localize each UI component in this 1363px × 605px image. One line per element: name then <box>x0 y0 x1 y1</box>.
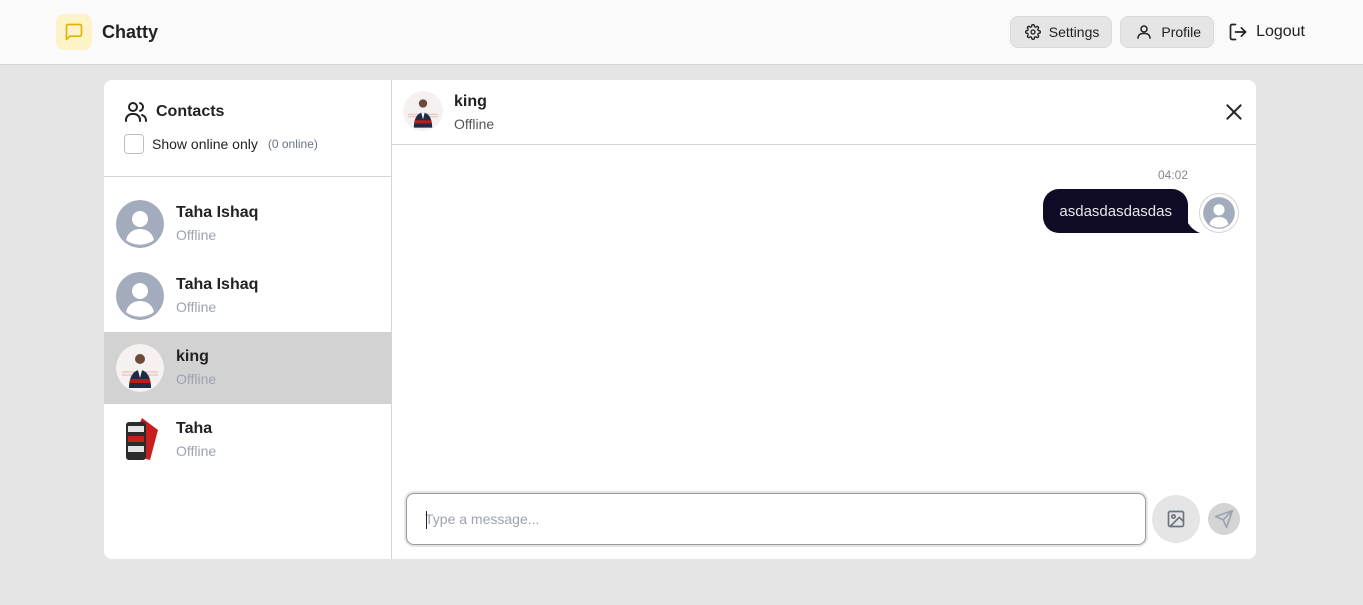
default-avatar <box>116 272 164 320</box>
send-icon <box>1214 509 1234 529</box>
logout-button[interactable]: Logout <box>1222 16 1305 48</box>
show-online-checkbox[interactable] <box>124 134 144 154</box>
contacts-heading: Contacts <box>124 100 391 124</box>
contact-status: Offline <box>176 227 217 243</box>
brand-link[interactable]: Chatty <box>56 14 158 50</box>
close-icon <box>1226 104 1242 120</box>
message-input[interactable] <box>407 494 1145 544</box>
app-name: Chatty <box>102 21 159 42</box>
contacts-title: Contacts <box>156 103 225 120</box>
contact-name: Taha Ishaq <box>176 204 259 221</box>
top-navbar: Chatty Settings Profile Logout <box>0 0 1363 65</box>
attach-image-button[interactable] <box>1152 495 1200 543</box>
contact-name: Taha <box>176 420 213 437</box>
contact-status: Offline <box>176 371 217 387</box>
photo-avatar <box>116 344 164 392</box>
contact-item[interactable]: Taha Offline <box>104 404 391 476</box>
message-text: asdasdasdasdas <box>1059 202 1172 220</box>
profile-button[interactable]: Profile <box>1120 16 1215 48</box>
logout-icon <box>1229 23 1247 41</box>
contact-item-selected[interactable]: king Offline <box>104 332 391 404</box>
photo-avatar <box>116 416 164 464</box>
contact-item[interactable]: Taha Ishaq Offline <box>104 260 391 332</box>
send-button[interactable] <box>1208 503 1240 535</box>
chat-container: Contacts Show online only (0 online) Tah… <box>104 80 1256 559</box>
chat-header: king Offline <box>392 80 1256 145</box>
gear-icon <box>1024 24 1041 40</box>
message-square-icon <box>56 14 92 50</box>
bubble-tail <box>1186 219 1200 233</box>
chat-partner-avatar <box>403 91 443 131</box>
close-chat-button[interactable] <box>1224 102 1244 122</box>
contact-status: Offline <box>176 443 217 459</box>
sidebar-header: Contacts Show online only (0 online) <box>104 80 391 177</box>
profile-label: Profile <box>1161 24 1202 40</box>
show-online-label[interactable]: Show online only <box>152 136 258 152</box>
contact-name: Taha Ishaq <box>176 276 259 293</box>
users-icon <box>125 102 147 122</box>
settings-label: Settings <box>1048 24 1100 40</box>
settings-button[interactable]: Settings <box>1009 16 1113 48</box>
contacts-sidebar: Contacts Show online only (0 online) Tah… <box>104 80 392 559</box>
message-timestamp: 04:02 <box>1157 168 1188 182</box>
text-caret <box>426 511 427 529</box>
online-count: (0 online) <box>267 137 318 151</box>
chat-partner-status: Offline <box>454 116 495 132</box>
sender-avatar <box>1199 193 1239 233</box>
online-filter: Show online only (0 online) <box>124 134 391 154</box>
contact-status: Offline <box>176 299 217 315</box>
chat-partner-name: king <box>454 93 487 110</box>
image-icon <box>1167 510 1185 528</box>
default-avatar <box>116 200 164 248</box>
user-icon <box>1137 25 1152 39</box>
contact-item[interactable]: Taha Ishaq Offline <box>104 188 391 260</box>
chat-panel: king Offline 04:02 asdasdasdasdas <box>392 80 1256 559</box>
message-bubble: asdasdasdasdas <box>1043 189 1188 233</box>
nav-actions: Settings Profile Logout <box>1009 16 1305 48</box>
logout-label: Logout <box>1256 23 1305 40</box>
message-input-wrapper <box>406 493 1146 545</box>
contact-name: king <box>176 348 209 365</box>
